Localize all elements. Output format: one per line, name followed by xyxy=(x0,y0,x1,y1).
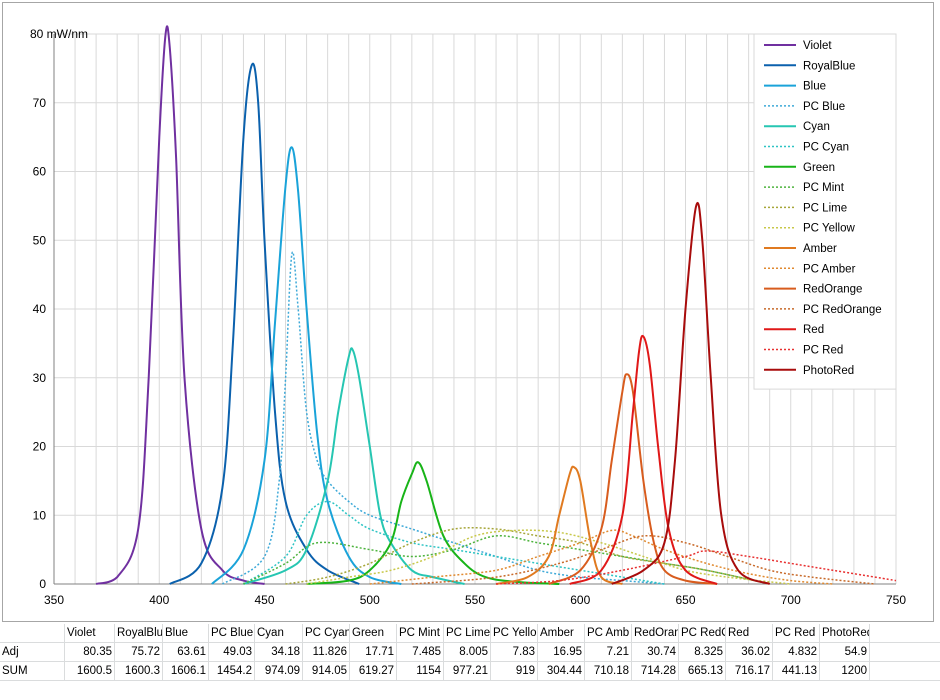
table-cell: 977.21 xyxy=(444,662,491,681)
table-cell: 1454.2 xyxy=(209,662,255,681)
legend-label: PC Mint xyxy=(803,182,845,194)
legend-label: PC Amber xyxy=(803,263,856,275)
table-cell: 1606.1 xyxy=(163,662,209,681)
table-cell: 7.21 xyxy=(585,643,632,662)
table-cell: 7.485 xyxy=(397,643,444,662)
table-cell: 714.28 xyxy=(632,662,679,681)
row-label: Adj xyxy=(0,643,65,662)
x-tick-label: 400 xyxy=(149,593,169,607)
x-tick-label: 500 xyxy=(360,593,380,607)
legend-label: PC Cyan xyxy=(803,142,849,154)
y-tick-label: 80 mW/nm xyxy=(30,27,88,41)
table-cell: 710.18 xyxy=(585,662,632,681)
table-header-cell: PC Blue xyxy=(209,624,255,643)
table-row-sum: SUM 1600.5 1600.3 1606.1 1454.2 974.09 914.05 6… xyxy=(0,662,940,681)
table-header-cell: PC Amb xyxy=(585,624,632,643)
table-cell: 974.09 xyxy=(255,662,303,681)
legend-label: Amber xyxy=(803,243,837,255)
x-tick-label: 700 xyxy=(781,593,801,607)
table-header-cell: RoyalBlu xyxy=(115,624,163,643)
legend-label: Blue xyxy=(803,81,826,93)
table-cell: 34.18 xyxy=(255,643,303,662)
table-header-cell: RedOran xyxy=(632,624,679,643)
x-tick-label: 550 xyxy=(465,593,485,607)
legend-label: PC Red xyxy=(803,345,843,357)
y-tick-label: 20 xyxy=(33,440,47,454)
legend-label: Green xyxy=(803,162,835,174)
table-cell: 665.13 xyxy=(679,662,726,681)
legend-label: PC Blue xyxy=(803,101,845,113)
legend-label: PC Yellow xyxy=(803,223,855,235)
y-tick-label: 40 xyxy=(33,302,47,316)
table-cell: 8.005 xyxy=(444,643,491,662)
table-cell: 30.74 xyxy=(632,643,679,662)
table-header-cell: PC Red xyxy=(773,624,820,643)
y-tick-label: 70 xyxy=(33,96,47,110)
series-line-pc-red xyxy=(496,550,897,585)
table-cell: 54.9 xyxy=(820,643,870,662)
table-header-cell: Green xyxy=(350,624,397,643)
table-cell: 63.61 xyxy=(163,643,209,662)
table-cell: 36.02 xyxy=(726,643,773,662)
table-cell: 1600.3 xyxy=(115,662,163,681)
table-cell: 1154 xyxy=(397,662,444,681)
x-tick-label: 650 xyxy=(675,593,695,607)
x-tick-label: 600 xyxy=(570,593,590,607)
table-header-cell: PC Lime xyxy=(444,624,491,643)
table-cell: 8.325 xyxy=(679,643,726,662)
table-cell: 80.35 xyxy=(65,643,115,662)
series-line-pc-mint xyxy=(243,535,770,585)
legend-label: RoyalBlue xyxy=(803,60,855,72)
legend-label: PC RedOrange xyxy=(803,304,882,316)
legend-label: PhotoRed xyxy=(803,365,854,377)
y-tick-label: 60 xyxy=(33,165,47,179)
table-cell: 914.05 xyxy=(303,662,350,681)
row-label: SUM xyxy=(0,662,65,681)
legend-label: Cyan xyxy=(803,121,830,133)
table-cell: 1200 xyxy=(820,662,870,681)
table-header-cell: Violet xyxy=(65,624,115,643)
table-header-cell: PhotoRed xyxy=(820,624,870,643)
table-cell: 16.95 xyxy=(538,643,585,662)
legend-label: PC Lime xyxy=(803,202,847,214)
chart-area: 350 400 450 500 550 600 650 700 750 0 10 20 30 40 50 60… xyxy=(2,2,934,622)
table-header-row: Violet RoyalBlu Blue PC Blue Cyan PC Cyan Gree… xyxy=(0,624,940,643)
table-header-cell: PC Cyan xyxy=(303,624,350,643)
table-cell: 11.826 xyxy=(303,643,350,662)
legend-label: RedOrange xyxy=(803,284,862,296)
x-tick-label: 750 xyxy=(886,593,906,607)
table-cell: 4.832 xyxy=(773,643,820,662)
table-header-cell: Red xyxy=(726,624,773,643)
x-tick-label: 350 xyxy=(44,593,64,607)
table-cell: 304.44 xyxy=(538,662,585,681)
y-tick-label: 30 xyxy=(33,371,47,385)
table-header-cell: PC Yello xyxy=(491,624,538,643)
legend-label: Violet xyxy=(803,40,832,52)
table-cell: 75.72 xyxy=(115,643,163,662)
data-table: Violet RoyalBlu Blue PC Blue Cyan PC Cyan Gree… xyxy=(0,624,940,700)
x-tick-label: 450 xyxy=(254,593,274,607)
table-header-cell: PC Mint xyxy=(397,624,444,643)
table-cell: 49.03 xyxy=(209,643,255,662)
table-cell: 619.27 xyxy=(350,662,397,681)
table-cell: 7.83 xyxy=(491,643,538,662)
table-cell: 441.13 xyxy=(773,662,820,681)
row-label xyxy=(0,624,65,643)
line-chart: 350 400 450 500 550 600 650 700 750 0 10 20 30 40 50 60… xyxy=(30,25,906,607)
legend: Violet RoyalBlue Blue PC Blue Cyan PC Cyan Gre… xyxy=(753,33,897,390)
table-cell: 716.17 xyxy=(726,662,773,681)
y-tick-label: 10 xyxy=(33,508,47,522)
table-header-cell: Amber xyxy=(538,624,585,643)
table-header-cell: Cyan xyxy=(255,624,303,643)
table-header-cell: Blue xyxy=(163,624,209,643)
table-cell: 1600.5 xyxy=(65,662,115,681)
table-row-adj: Adj 80.35 75.72 63.61 49.03 34.18 11.826 17.71 7… xyxy=(0,643,940,662)
table-header-cell: PC RedO xyxy=(679,624,726,643)
table-cell: 919 xyxy=(491,662,538,681)
y-tick-label: 0 xyxy=(39,577,46,591)
table-cell: 17.71 xyxy=(350,643,397,662)
legend-label: Red xyxy=(803,324,824,336)
y-tick-label: 50 xyxy=(33,233,47,247)
series-line-cyan xyxy=(243,347,465,585)
